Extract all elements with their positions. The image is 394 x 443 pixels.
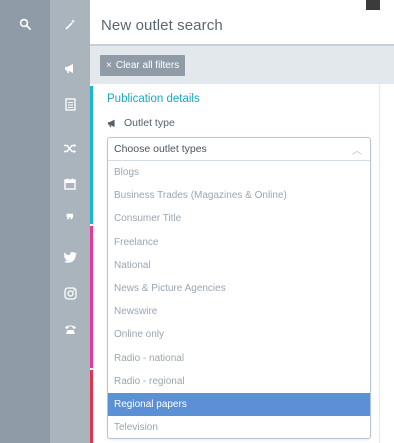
- dropdown-option[interactable]: Freelance: [108, 231, 370, 254]
- outlet-type-dropdown[interactable]: Choose outlet types ︿ Blogs Business Trad…: [107, 137, 371, 439]
- section-accent-red: [90, 370, 93, 443]
- megaphone-icon: [107, 119, 115, 128]
- twitter-icon[interactable]: [58, 245, 82, 269]
- app: ❞ New outlet search × Clear all filters …: [0, 0, 394, 443]
- clear-all-filters-label: Clear all filters: [115, 60, 180, 71]
- dropdown-option[interactable]: Regional papers: [108, 392, 370, 417]
- dropdown-option[interactable]: Radio - regional: [108, 370, 370, 393]
- chevron-up-icon[interactable]: ︿: [352, 142, 362, 157]
- quote-icon[interactable]: ❞: [58, 208, 82, 232]
- magic-wand-icon[interactable]: [58, 12, 82, 36]
- dropdown-option[interactable]: Business Trades (Magazines & Online): [108, 184, 370, 207]
- dropdown-option[interactable]: Television: [108, 416, 370, 439]
- dropdown-option[interactable]: Newswire: [108, 300, 370, 323]
- shuffle-icon[interactable]: [58, 136, 82, 160]
- dropdown-option[interactable]: National: [108, 254, 370, 277]
- outlet-type-label: Outlet type: [107, 117, 175, 129]
- search-icon[interactable]: [13, 12, 37, 36]
- dropdown-option[interactable]: Consumer Title: [108, 207, 370, 230]
- section-accent-pink: [90, 226, 93, 368]
- outlet-type-options: Blogs Business Trades (Magazines & Online…: [108, 161, 370, 439]
- clear-all-filters-button[interactable]: × Clear all filters: [100, 55, 186, 76]
- results-panel-edge: [379, 84, 394, 443]
- outlet-type-text: Outlet type: [124, 117, 175, 129]
- header-corner-block: [366, 0, 380, 10]
- primary-sidebar: [0, 0, 50, 443]
- dropdown-option[interactable]: Blogs: [108, 161, 370, 184]
- dropdown-option[interactable]: News & Picture Agencies: [108, 277, 370, 300]
- dropdown-option[interactable]: Radio - national: [108, 347, 370, 370]
- page-title: New outlet search: [101, 17, 223, 34]
- secondary-sidebar: ❞: [50, 0, 140, 443]
- section-accent-teal: [90, 86, 93, 224]
- phone-icon[interactable]: [58, 317, 82, 341]
- document-icon[interactable]: [58, 92, 82, 116]
- publication-details-heading: Publication details: [107, 93, 200, 105]
- close-icon: ×: [106, 60, 112, 71]
- outlet-type-placeholder: Choose outlet types: [114, 143, 207, 155]
- calendar-icon[interactable]: [58, 172, 82, 196]
- dropdown-option[interactable]: Online only: [108, 323, 370, 346]
- page-header: New outlet search: [90, 0, 394, 46]
- outlet-type-select[interactable]: Choose outlet types ︿: [108, 138, 370, 161]
- megaphone-icon[interactable]: [58, 56, 82, 80]
- filter-bar: × Clear all filters: [90, 46, 394, 84]
- instagram-icon[interactable]: [58, 281, 82, 305]
